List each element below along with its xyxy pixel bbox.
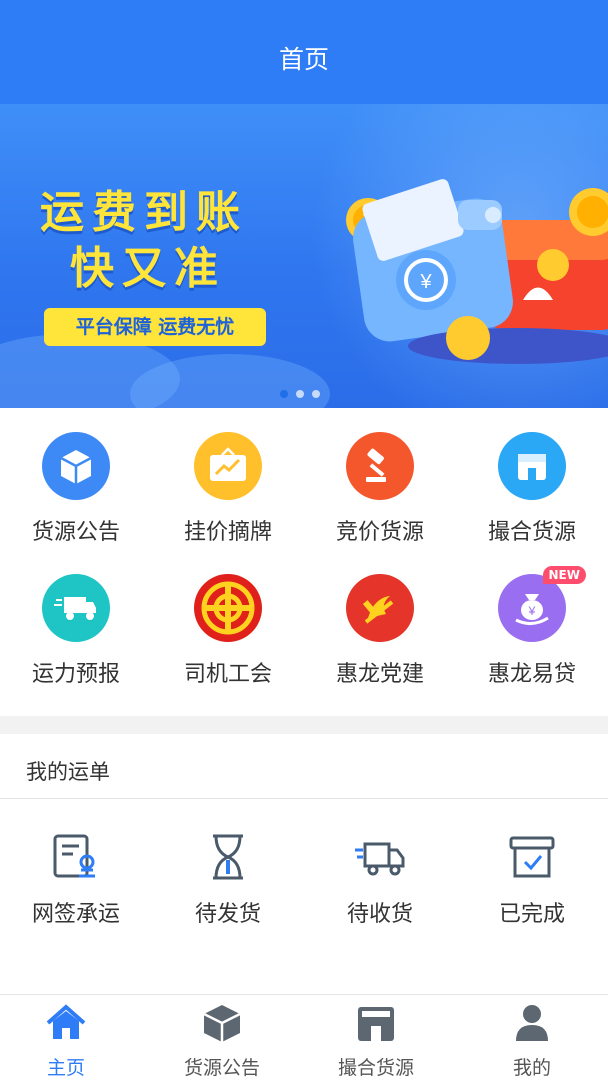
banner-headline-line1: 运费到账 [40, 187, 248, 238]
auction-hammer-icon [346, 432, 414, 500]
carousel-indicator[interactable] [280, 390, 320, 398]
hourglass-icon [213, 834, 243, 880]
order-status-online-contract[interactable]: 网签承运 [0, 830, 152, 928]
party-emblem-icon [346, 574, 414, 642]
grid-item-cargo-announcement[interactable]: 货源公告 [0, 408, 152, 548]
money-bag-icon: ¥ NEW [498, 566, 586, 642]
svg-text:¥: ¥ [528, 604, 536, 618]
feature-grid: 货源公告 挂价摘牌 竞价货源 撮合货源 运力预报 司机工会 惠龙党建 ¥ NEW… [0, 408, 608, 716]
carousel-dot[interactable] [296, 390, 304, 398]
contract-sign-icon [53, 834, 95, 878]
divider-line [0, 798, 608, 799]
tab-matched-cargo[interactable]: 撮合货源 [300, 1001, 452, 1080]
home-icon [46, 1004, 86, 1039]
section-title: 我的运单 [26, 760, 110, 784]
banner-headline-line2: 快又准 [70, 243, 226, 294]
grid-item-bidding-cargo[interactable]: 竞价货源 [304, 408, 456, 548]
tab-cargo-announcement[interactable]: 货源公告 [146, 1001, 298, 1080]
svg-text:¥: ¥ [419, 271, 432, 293]
price-board-icon [194, 432, 262, 500]
section-divider [0, 716, 608, 734]
box-icon [203, 1005, 241, 1042]
union-emblem-icon [194, 574, 262, 642]
app-header: 首页 [0, 0, 608, 104]
carousel-dot[interactable] [280, 390, 288, 398]
truck-icon [42, 574, 110, 642]
grid-item-driver-union[interactable]: 司机工会 [152, 550, 304, 690]
promo-banner[interactable]: 运费到账 快又准 平台保障 运费无忧 ¥ ¥ [0, 104, 608, 408]
store-icon [498, 432, 566, 500]
new-badge: NEW [542, 566, 586, 584]
order-status-to-ship[interactable]: 待发货 [152, 830, 304, 928]
wallet-illustration: ¥ ¥ [346, 179, 608, 364]
box-icon [42, 432, 110, 500]
completed-box-icon [509, 836, 555, 878]
grid-item-matched-cargo[interactable]: 撮合货源 [456, 408, 608, 548]
tab-home[interactable]: 主页 [0, 1001, 142, 1080]
bottom-tab-bar: 主页 货源公告 撮合货源 我的 [0, 994, 608, 1080]
store-icon [358, 1007, 394, 1041]
grid-item-easy-loan[interactable]: ¥ NEW 惠龙易贷 [456, 550, 608, 690]
grid-item-capacity-forecast[interactable]: 运力预报 [0, 550, 152, 690]
tab-mine[interactable]: 我的 [456, 1001, 608, 1080]
grid-item-party-building[interactable]: 惠龙党建 [304, 550, 456, 690]
carousel-dot[interactable] [312, 390, 320, 398]
order-status-to-receive[interactable]: 待收货 [304, 830, 456, 928]
delivery-truck-icon [355, 842, 405, 876]
banner-tagline: 平台保障 运费无忧 [44, 308, 266, 346]
user-icon [516, 1005, 548, 1041]
page-title: 首页 [278, 45, 329, 74]
order-status-completed[interactable]: 已完成 [456, 830, 608, 928]
my-waybills-section: 我的运单 网签承运 待发货 待收货 已完成 [0, 734, 608, 994]
grid-item-listed-price[interactable]: 挂价摘牌 [152, 408, 304, 548]
